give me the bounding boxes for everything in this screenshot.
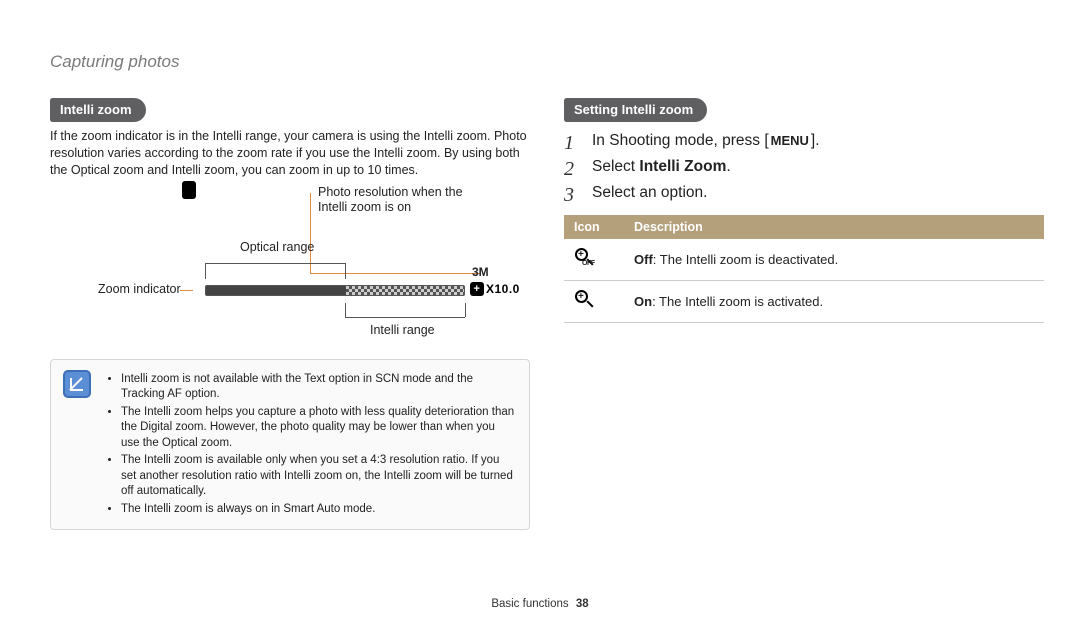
- bracket-optical-left: [205, 263, 206, 279]
- leader-photo-resolution: [310, 193, 311, 273]
- page-title: Capturing photos: [50, 52, 179, 72]
- bracket-intelli-left: [345, 303, 346, 317]
- zoom-level-badge: +X10.0: [470, 282, 520, 297]
- zoom-level-text: X10.0: [486, 282, 520, 296]
- intro-text: If the zoom indicator is in the Intelli …: [50, 128, 530, 179]
- cell-icon: +: [564, 281, 624, 323]
- menu-button-label: MENU: [769, 133, 811, 148]
- label-photo-resolution: Photo resolution when the Intelli zoom i…: [318, 185, 468, 216]
- page-footer: Basic functions 38: [0, 598, 1080, 610]
- th-icon: Icon: [564, 215, 624, 239]
- label-intelli-range: Intelli range: [370, 323, 435, 337]
- zoom-bar-optical: [206, 286, 346, 295]
- plus-icon: +: [470, 282, 484, 296]
- leader-zoom-indicator: [180, 290, 193, 291]
- footer-section: Basic functions: [491, 598, 568, 610]
- note-item: The Intelli zoom is always on in Smart A…: [121, 502, 515, 518]
- opt-bold: Off: [634, 252, 653, 267]
- label-optical-range: Optical range: [240, 240, 314, 254]
- bracket-optical-top: [205, 263, 345, 264]
- opt-bold: On: [634, 294, 652, 309]
- step-2-bold: Intelli Zoom: [639, 158, 726, 175]
- note-item: The Intelli zoom helps you capture a pho…: [121, 405, 515, 452]
- bracket-optical-right: [345, 263, 346, 279]
- label-zoom-indicator: Zoom indicator: [98, 282, 181, 296]
- step-text: Select Intelli Zoom.: [592, 158, 731, 176]
- cell-desc: Off: The Intelli zoom is deactivated.: [624, 239, 1044, 281]
- step-2-pre: Select: [592, 158, 639, 175]
- bracket-intelli-bottom: [345, 317, 465, 318]
- step-2-post: .: [726, 158, 730, 175]
- right-column: Setting Intelli zoom 1 In Shooting mode,…: [564, 98, 1044, 323]
- step-number: 3: [564, 184, 582, 207]
- step-1-post: ].: [811, 132, 820, 149]
- note-list: Intelli zoom is not available with the T…: [107, 372, 515, 518]
- table-header-row: Icon Description: [564, 215, 1044, 239]
- resolution-badge: 3M: [472, 265, 489, 279]
- steps-list: 1 In Shooting mode, press [MENU]. 2 Sele…: [564, 132, 1044, 207]
- cell-desc: On: The Intelli zoom is activated.: [624, 281, 1044, 323]
- note-box: Intelli zoom is not available with the T…: [50, 359, 530, 531]
- step-text: Select an option.: [592, 184, 707, 202]
- section-pill-intelli-zoom: Intelli zoom: [50, 98, 146, 122]
- th-description: Description: [624, 215, 1044, 239]
- zoom-bar-knob: [182, 181, 196, 199]
- cell-icon: +OFF: [564, 239, 624, 281]
- opt-rest: : The Intelli zoom is deactivated.: [653, 252, 838, 267]
- left-column: Intelli zoom If the zoom indicator is in…: [50, 98, 530, 530]
- bracket-intelli-right: [465, 303, 466, 317]
- intelli-zoom-off-icon: +OFF: [574, 247, 596, 269]
- step-text: In Shooting mode, press [MENU].: [592, 132, 820, 150]
- step-number: 2: [564, 158, 582, 181]
- step-3: 3 Select an option.: [564, 184, 1044, 207]
- zoom-bar: [205, 285, 465, 296]
- note-icon: [63, 370, 91, 398]
- step-2: 2 Select Intelli Zoom.: [564, 158, 1044, 181]
- note-item: The Intelli zoom is available only when …: [121, 453, 515, 500]
- table-row: +OFF Off: The Intelli zoom is deactivate…: [564, 239, 1044, 281]
- zoom-diagram: Photo resolution when the Intelli zoom i…: [50, 185, 530, 355]
- footer-page-number: 38: [576, 598, 589, 610]
- section-pill-setting: Setting Intelli zoom: [564, 98, 707, 122]
- options-table: Icon Description +OFF Off: The Intelli z…: [564, 215, 1044, 323]
- step-1: 1 In Shooting mode, press [MENU].: [564, 132, 1044, 155]
- zoom-bar-intelli: [346, 286, 464, 295]
- step-number: 1: [564, 132, 582, 155]
- table-row: + On: The Intelli zoom is activated.: [564, 281, 1044, 323]
- opt-rest: : The Intelli zoom is activated.: [652, 294, 823, 309]
- note-item: Intelli zoom is not available with the T…: [121, 372, 515, 403]
- leader-photo-resolution-h: [310, 273, 480, 274]
- intelli-zoom-on-icon: +: [574, 289, 596, 311]
- step-1-pre: In Shooting mode, press [: [592, 132, 769, 149]
